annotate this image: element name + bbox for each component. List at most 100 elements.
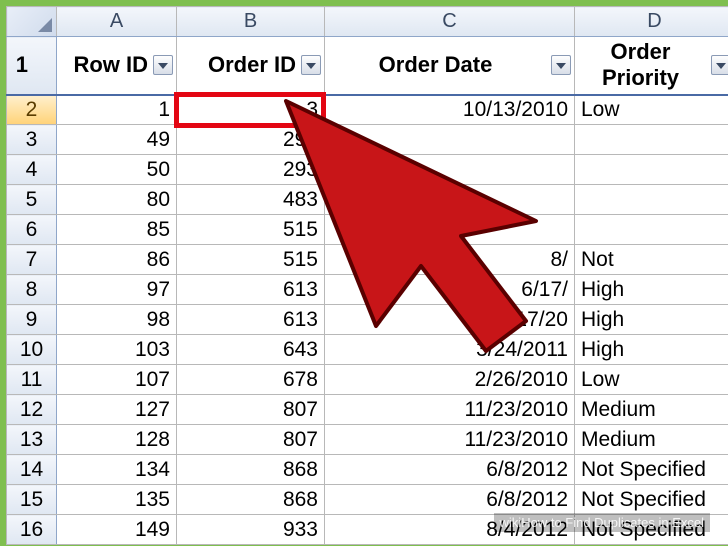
cell[interactable] — [325, 155, 575, 185]
table-row: 5 80 483 — [7, 185, 728, 215]
row-header[interactable]: 10 — [7, 335, 57, 365]
col-header-C[interactable]: C — [325, 7, 575, 37]
cell[interactable]: 643 — [177, 335, 325, 365]
cell[interactable]: 613 — [177, 275, 325, 305]
cell[interactable]: 103 — [57, 335, 177, 365]
cell[interactable]: 868 — [177, 455, 325, 485]
row-header[interactable]: 3 — [7, 125, 57, 155]
table-row: 12 127 807 11/23/2010 Medium — [7, 395, 728, 425]
cell[interactable]: 134 — [57, 455, 177, 485]
row-header[interactable]: 6 — [7, 215, 57, 245]
row-header[interactable]: 16 — [7, 515, 57, 545]
cell[interactable]: 3/24/2011 — [325, 335, 575, 365]
cell[interactable] — [575, 215, 728, 245]
cell[interactable]: Not — [575, 245, 728, 275]
cell[interactable]: 6/8/2012 — [325, 455, 575, 485]
header-cell-B[interactable]: Order ID — [177, 37, 325, 95]
cell[interactable]: 149 — [57, 515, 177, 545]
cell[interactable]: 6/8/2012 — [325, 485, 575, 515]
cell[interactable]: 11/23/2010 — [325, 425, 575, 455]
cell[interactable]: 80 — [57, 185, 177, 215]
header-label: Order Date — [379, 52, 493, 77]
cell[interactable]: 85 — [57, 215, 177, 245]
cell[interactable]: 613 — [177, 305, 325, 335]
cell[interactable]: Low — [575, 365, 728, 395]
row-header[interactable]: 14 — [7, 455, 57, 485]
table-row: 11 107 678 2/26/2010 Low — [7, 365, 728, 395]
cell[interactable]: Medium — [575, 395, 728, 425]
cell[interactable]: Low — [575, 95, 728, 125]
cell[interactable]: 97 — [57, 275, 177, 305]
cell[interactable]: Medium — [575, 425, 728, 455]
cell[interactable]: 933 — [177, 515, 325, 545]
cell[interactable] — [575, 125, 728, 155]
row-header[interactable]: 13 — [7, 425, 57, 455]
column-headers-row: A B C D — [7, 7, 728, 37]
cell[interactable]: High — [575, 275, 728, 305]
filter-dropdown-icon[interactable] — [301, 55, 321, 75]
row-header-1[interactable]: 1 — [7, 37, 57, 95]
cell[interactable]: 128 — [57, 425, 177, 455]
cell[interactable]: 807 — [177, 395, 325, 425]
header-cell-C[interactable]: Order Date — [325, 37, 575, 95]
cell[interactable]: 678 — [177, 365, 325, 395]
filter-dropdown-icon[interactable] — [551, 55, 571, 75]
header-cell-A[interactable]: Row ID — [57, 37, 177, 95]
cell[interactable]: 127 — [57, 395, 177, 425]
cell[interactable]: 868 — [177, 485, 325, 515]
spreadsheet-grid[interactable]: A B C D 1 Row ID Order ID Order Date Ord… — [6, 6, 728, 545]
header-label: Order ID — [208, 52, 296, 77]
cell[interactable]: 293 — [177, 155, 325, 185]
cell[interactable]: 107 — [57, 365, 177, 395]
cell[interactable] — [325, 125, 575, 155]
cell[interactable]: High — [575, 335, 728, 365]
cell[interactable]: 49 — [57, 125, 177, 155]
cell[interactable]: Not Specified — [575, 485, 728, 515]
cell[interactable]: 8/ — [325, 245, 575, 275]
cell[interactable]: 11/23/2010 — [325, 395, 575, 425]
cell[interactable]: 2/26/2010 — [325, 365, 575, 395]
col-header-A[interactable]: A — [57, 7, 177, 37]
header-label: Row ID — [73, 52, 148, 77]
table-row: 14 134 868 6/8/2012 Not Specified — [7, 455, 728, 485]
row-header[interactable]: 9 — [7, 305, 57, 335]
cell[interactable]: 3 — [177, 95, 325, 125]
cell[interactable]: 86 — [57, 245, 177, 275]
cell[interactable]: 293 — [177, 125, 325, 155]
row-header[interactable]: 5 — [7, 185, 57, 215]
cell[interactable] — [575, 185, 728, 215]
row-header[interactable]: 15 — [7, 485, 57, 515]
table-row: 13 128 807 11/23/2010 Medium — [7, 425, 728, 455]
filter-dropdown-icon[interactable] — [153, 55, 173, 75]
cell[interactable]: 98 — [57, 305, 177, 335]
cell[interactable]: 10/13/2010 — [325, 95, 575, 125]
cell[interactable] — [325, 215, 575, 245]
cell[interactable]: 807 — [177, 425, 325, 455]
cell[interactable]: Not Specified — [575, 455, 728, 485]
row-header[interactable]: 8 — [7, 275, 57, 305]
cell[interactable]: 50 — [57, 155, 177, 185]
cell[interactable]: 483 — [177, 185, 325, 215]
cell[interactable]: 6/17/20 — [325, 305, 575, 335]
filter-dropdown-icon[interactable] — [711, 55, 728, 75]
cell[interactable]: 1 — [57, 95, 177, 125]
row-header[interactable]: 2 — [7, 95, 57, 125]
col-header-D[interactable]: D — [575, 7, 728, 37]
cell[interactable]: 515 — [177, 215, 325, 245]
cell[interactable]: 515 — [177, 245, 325, 275]
select-all-corner[interactable] — [7, 7, 57, 37]
row-header[interactable]: 4 — [7, 155, 57, 185]
table-row: 6 85 515 — [7, 215, 728, 245]
table-row: 8 97 613 6/17/ High — [7, 275, 728, 305]
cell[interactable]: 6/17/ — [325, 275, 575, 305]
header-cell-D[interactable]: Order Priority — [575, 37, 728, 95]
row-header[interactable]: 11 — [7, 365, 57, 395]
row-header[interactable]: 12 — [7, 395, 57, 425]
cell[interactable]: 135 — [57, 485, 177, 515]
col-header-B[interactable]: B — [177, 7, 325, 37]
cell[interactable] — [325, 185, 575, 215]
row-header[interactable]: 7 — [7, 245, 57, 275]
cell[interactable]: High — [575, 305, 728, 335]
cell[interactable] — [575, 155, 728, 185]
header-label: Order Priority — [602, 39, 679, 90]
